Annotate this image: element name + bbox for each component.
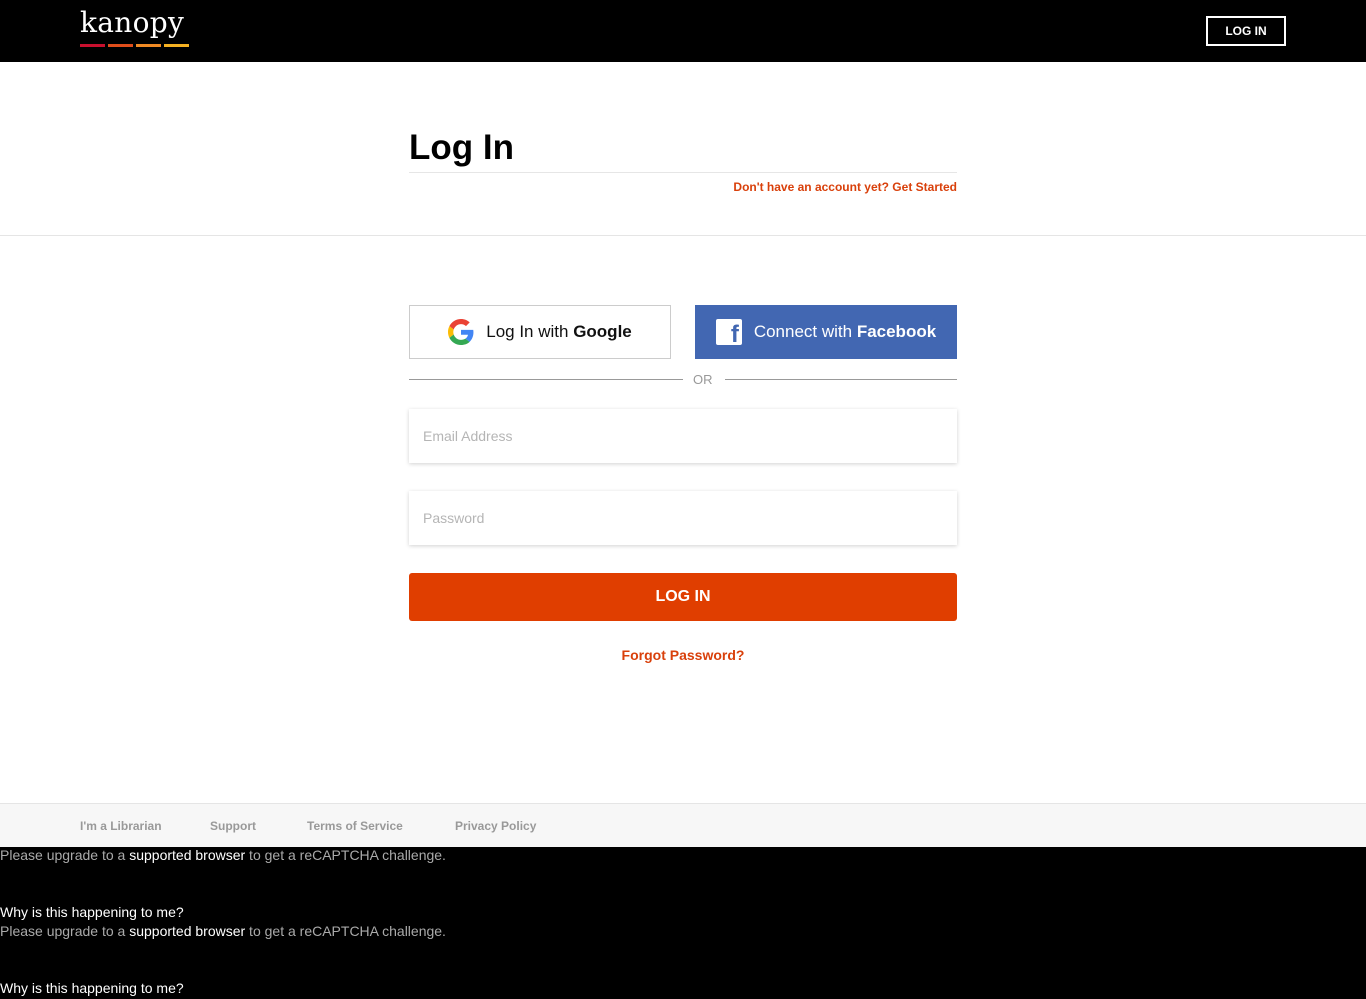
logo-color-bars [80, 44, 189, 47]
logo-bar-orange [108, 44, 133, 47]
logo-bar-amber [136, 44, 161, 47]
recaptcha-notice-text-end: to get a reCAPTCHA challenge. [245, 847, 446, 863]
recaptcha-notice-text: Please upgrade to a [0, 847, 130, 863]
recaptcha-notice-text-end: to get a reCAPTCHA challenge. [245, 923, 446, 939]
recaptcha-notice-text: Please upgrade to a [0, 923, 130, 939]
signup-prompt-row: Don't have an account yet? Get Started [409, 180, 957, 194]
google-icon [448, 319, 474, 345]
kanopy-logo[interactable]: kanopy [80, 8, 192, 50]
google-login-button[interactable]: Log In with Google [409, 305, 671, 359]
logo-text: kanopy [80, 6, 185, 39]
footer-link-librarian[interactable]: I'm a Librarian [80, 819, 162, 833]
forgot-password-link[interactable]: Forgot Password? [409, 647, 957, 663]
get-started-link[interactable]: Don't have an account yet? Get Started [733, 180, 957, 194]
password-field[interactable] [409, 491, 957, 545]
supported-browser-link[interactable]: supported browser [129, 923, 245, 939]
facebook-icon: f [715, 319, 742, 347]
title-divider [409, 172, 957, 173]
footer-link-support[interactable]: Support [210, 819, 256, 833]
or-divider-left [409, 379, 683, 380]
footer-link-terms[interactable]: Terms of Service [307, 819, 403, 833]
page-header-section: Log In Don't have an account yet? Get St… [0, 62, 1366, 236]
email-field[interactable] [409, 409, 957, 463]
or-divider-right [725, 379, 957, 380]
top-navigation-bar: kanopy LOG IN [0, 0, 1366, 62]
facebook-button-label: Connect with Facebook [753, 322, 937, 341]
or-divider-text: OR [693, 372, 713, 387]
recaptcha-upgrade-notice: Please upgrade to a supported browser to… [0, 847, 700, 863]
google-button-label: Log In with Google [486, 322, 632, 341]
footer-link-privacy[interactable]: Privacy Policy [455, 819, 536, 833]
header-login-button[interactable]: LOG IN [1206, 16, 1286, 46]
logo-bar-red [80, 44, 105, 47]
login-form-section: Log In with Google f Connect with Facebo… [0, 236, 1366, 803]
recaptcha-why-link[interactable]: Why is this happening to me? [0, 904, 184, 920]
footer: I'm a Librarian Support Terms of Service… [0, 803, 1366, 847]
page-title: Log In [409, 128, 514, 167]
login-submit-button[interactable]: LOG IN [409, 573, 957, 621]
facebook-connect-button[interactable]: f Connect with Facebook [695, 305, 957, 359]
recaptcha-why-link[interactable]: Why is this happening to me? [0, 980, 184, 996]
supported-browser-link[interactable]: supported browser [129, 847, 245, 863]
logo-bar-yellow [164, 44, 189, 47]
recaptcha-upgrade-notice: Please upgrade to a supported browser to… [0, 923, 700, 939]
